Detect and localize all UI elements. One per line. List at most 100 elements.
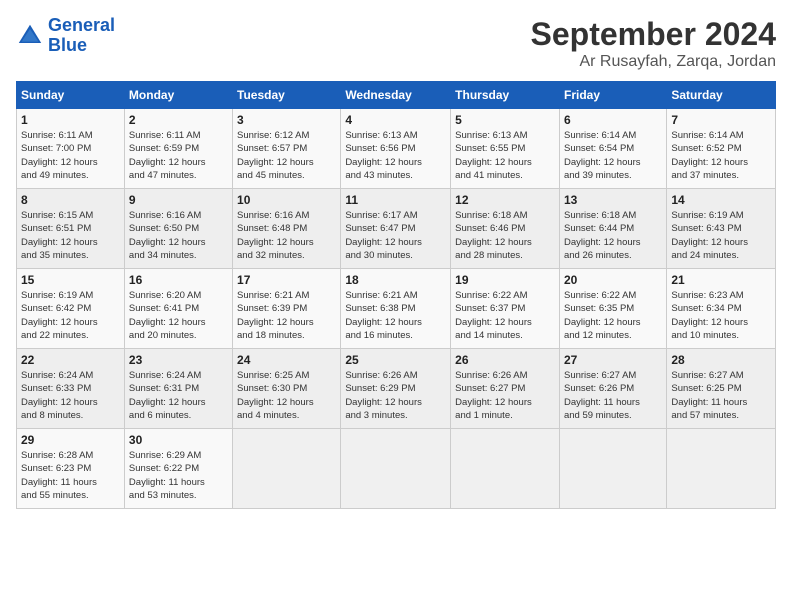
day-number: 30 [129,433,228,447]
day-number: 16 [129,273,228,287]
logo-icon [16,22,44,50]
day-number: 20 [564,273,662,287]
day-number: 4 [345,113,446,127]
day-number: 14 [671,193,771,207]
day-number: 19 [455,273,555,287]
day-cell: 9Sunrise: 6:16 AM Sunset: 6:50 PM Daylig… [124,189,232,269]
day-info: Sunrise: 6:29 AM Sunset: 6:22 PM Dayligh… [129,449,228,502]
day-cell: 25Sunrise: 6:26 AM Sunset: 6:29 PM Dayli… [341,349,451,429]
logo: General Blue [16,16,115,56]
day-number: 2 [129,113,228,127]
weekday-header-row: SundayMondayTuesdayWednesdayThursdayFrid… [17,82,776,109]
page-title: September 2024 [531,16,776,53]
day-cell [451,429,560,509]
day-number: 17 [237,273,336,287]
day-info: Sunrise: 6:19 AM Sunset: 6:42 PM Dayligh… [21,289,120,342]
day-cell: 4 Sunrise: 6:13 AM Sunset: 6:56 PM Daylig… [341,109,451,189]
week-row-1: 1 Sunrise: 6:11 AM Sunset: 7:00 PM Daylig… [17,109,776,189]
day-info: Sunrise: 6:27 AM Sunset: 6:26 PM Dayligh… [564,369,662,422]
day-info: Sunrise: 6:14 AM Sunset: 6:52 PM Dayligh… [671,129,771,182]
day-info: Sunrise: 6:26 AM Sunset: 6:29 PM Dayligh… [345,369,446,422]
day-cell: 1 Sunrise: 6:11 AM Sunset: 7:00 PM Daylig… [17,109,125,189]
day-number: 26 [455,353,555,367]
day-info: Sunrise: 6:13 AM Sunset: 6:55 PM Dayligh… [455,129,555,182]
weekday-header-monday: Monday [124,82,232,109]
day-info: Sunrise: 6:28 AM Sunset: 6:23 PM Dayligh… [21,449,120,502]
day-cell: 12 Sunrise: 6:18 AM Sunset: 6:46 PM Dayli… [451,189,560,269]
day-number: 7 [671,113,771,127]
day-info: Sunrise: 6:18 AM Sunset: 6:46 PM Dayligh… [455,209,555,262]
day-cell [233,429,341,509]
week-row-3: 15 Sunrise: 6:19 AM Sunset: 6:42 PM Dayli… [17,269,776,349]
day-number: 3 [237,113,336,127]
day-number: 1 [21,113,120,127]
day-number: 12 [455,193,555,207]
day-cell [341,429,451,509]
day-cell [667,429,776,509]
day-cell: 13Sunrise: 6:18 AM Sunset: 6:44 PM Dayli… [559,189,666,269]
title-block: September 2024 Ar Rusayfah, Zarqa, Jorda… [531,16,776,71]
day-cell: 27 Sunrise: 6:27 AM Sunset: 6:26 PM Dayli… [559,349,666,429]
day-number: 28 [671,353,771,367]
week-row-5: 29 Sunrise: 6:28 AM Sunset: 6:23 PM Dayli… [17,429,776,509]
day-cell: 29 Sunrise: 6:28 AM Sunset: 6:23 PM Dayli… [17,429,125,509]
day-info: Sunrise: 6:13 AM Sunset: 6:56 PM Dayligh… [345,129,446,182]
day-cell: 21 Sunrise: 6:23 AM Sunset: 6:34 PM Dayli… [667,269,776,349]
day-number: 23 [129,353,228,367]
day-info: Sunrise: 6:27 AM Sunset: 6:25 PM Dayligh… [671,369,771,422]
day-info: Sunrise: 6:11 AM Sunset: 6:59 PM Dayligh… [129,129,228,182]
day-number: 11 [345,193,446,207]
day-number: 9 [129,193,228,207]
day-info: Sunrise: 6:22 AM Sunset: 6:37 PM Dayligh… [455,289,555,342]
weekday-header-thursday: Thursday [451,82,560,109]
day-cell: 26 Sunrise: 6:26 AM Sunset: 6:27 PM Dayli… [451,349,560,429]
day-info: Sunrise: 6:11 AM Sunset: 7:00 PM Dayligh… [21,129,120,182]
day-info: Sunrise: 6:15 AM Sunset: 6:51 PM Dayligh… [21,209,120,262]
day-info: Sunrise: 6:20 AM Sunset: 6:41 PM Dayligh… [129,289,228,342]
day-cell: 10Sunrise: 6:16 AM Sunset: 6:48 PM Dayli… [233,189,341,269]
day-cell: 23 Sunrise: 6:24 AM Sunset: 6:31 PM Dayli… [124,349,232,429]
day-cell [559,429,666,509]
day-number: 22 [21,353,120,367]
week-row-2: 8 Sunrise: 6:15 AM Sunset: 6:51 PM Daylig… [17,189,776,269]
day-number: 6 [564,113,662,127]
day-cell: 18 Sunrise: 6:21 AM Sunset: 6:38 PM Dayli… [341,269,451,349]
day-cell: 28 Sunrise: 6:27 AM Sunset: 6:25 PM Dayli… [667,349,776,429]
weekday-header-wednesday: Wednesday [341,82,451,109]
day-number: 5 [455,113,555,127]
day-number: 18 [345,273,446,287]
day-cell: 3Sunrise: 6:12 AM Sunset: 6:57 PM Daylig… [233,109,341,189]
weekday-header-sunday: Sunday [17,82,125,109]
day-cell: 20 Sunrise: 6:22 AM Sunset: 6:35 PM Dayli… [559,269,666,349]
day-info: Sunrise: 6:23 AM Sunset: 6:34 PM Dayligh… [671,289,771,342]
day-cell: 14 Sunrise: 6:19 AM Sunset: 6:43 PM Dayli… [667,189,776,269]
day-info: Sunrise: 6:25 AM Sunset: 6:30 PM Dayligh… [237,369,336,422]
day-info: Sunrise: 6:24 AM Sunset: 6:31 PM Dayligh… [129,369,228,422]
day-info: Sunrise: 6:18 AM Sunset: 6:44 PM Dayligh… [564,209,662,262]
day-number: 15 [21,273,120,287]
day-info: Sunrise: 6:21 AM Sunset: 6:39 PM Dayligh… [237,289,336,342]
day-number: 8 [21,193,120,207]
day-cell: 30 Sunrise: 6:29 AM Sunset: 6:22 PM Dayli… [124,429,232,509]
logo-line1: General [48,15,115,35]
day-cell: 15 Sunrise: 6:19 AM Sunset: 6:42 PM Dayli… [17,269,125,349]
page: General Blue September 2024 Ar Rusayfah,… [0,0,792,612]
day-number: 24 [237,353,336,367]
day-number: 21 [671,273,771,287]
day-info: Sunrise: 6:21 AM Sunset: 6:38 PM Dayligh… [345,289,446,342]
page-subtitle: Ar Rusayfah, Zarqa, Jordan [531,53,776,71]
day-cell: 6 Sunrise: 6:14 AM Sunset: 6:54 PM Daylig… [559,109,666,189]
day-cell: 17 Sunrise: 6:21 AM Sunset: 6:39 PM Dayli… [233,269,341,349]
day-number: 29 [21,433,120,447]
day-number: 27 [564,353,662,367]
day-info: Sunrise: 6:19 AM Sunset: 6:43 PM Dayligh… [671,209,771,262]
week-row-4: 22 Sunrise: 6:24 AM Sunset: 6:33 PM Dayli… [17,349,776,429]
day-info: Sunrise: 6:14 AM Sunset: 6:54 PM Dayligh… [564,129,662,182]
day-info: Sunrise: 6:26 AM Sunset: 6:27 PM Dayligh… [455,369,555,422]
weekday-header-friday: Friday [559,82,666,109]
day-info: Sunrise: 6:22 AM Sunset: 6:35 PM Dayligh… [564,289,662,342]
logo-line2: Blue [48,35,87,55]
day-info: Sunrise: 6:24 AM Sunset: 6:33 PM Dayligh… [21,369,120,422]
weekday-header-saturday: Saturday [667,82,776,109]
day-cell: 24 Sunrise: 6:25 AM Sunset: 6:30 PM Dayli… [233,349,341,429]
